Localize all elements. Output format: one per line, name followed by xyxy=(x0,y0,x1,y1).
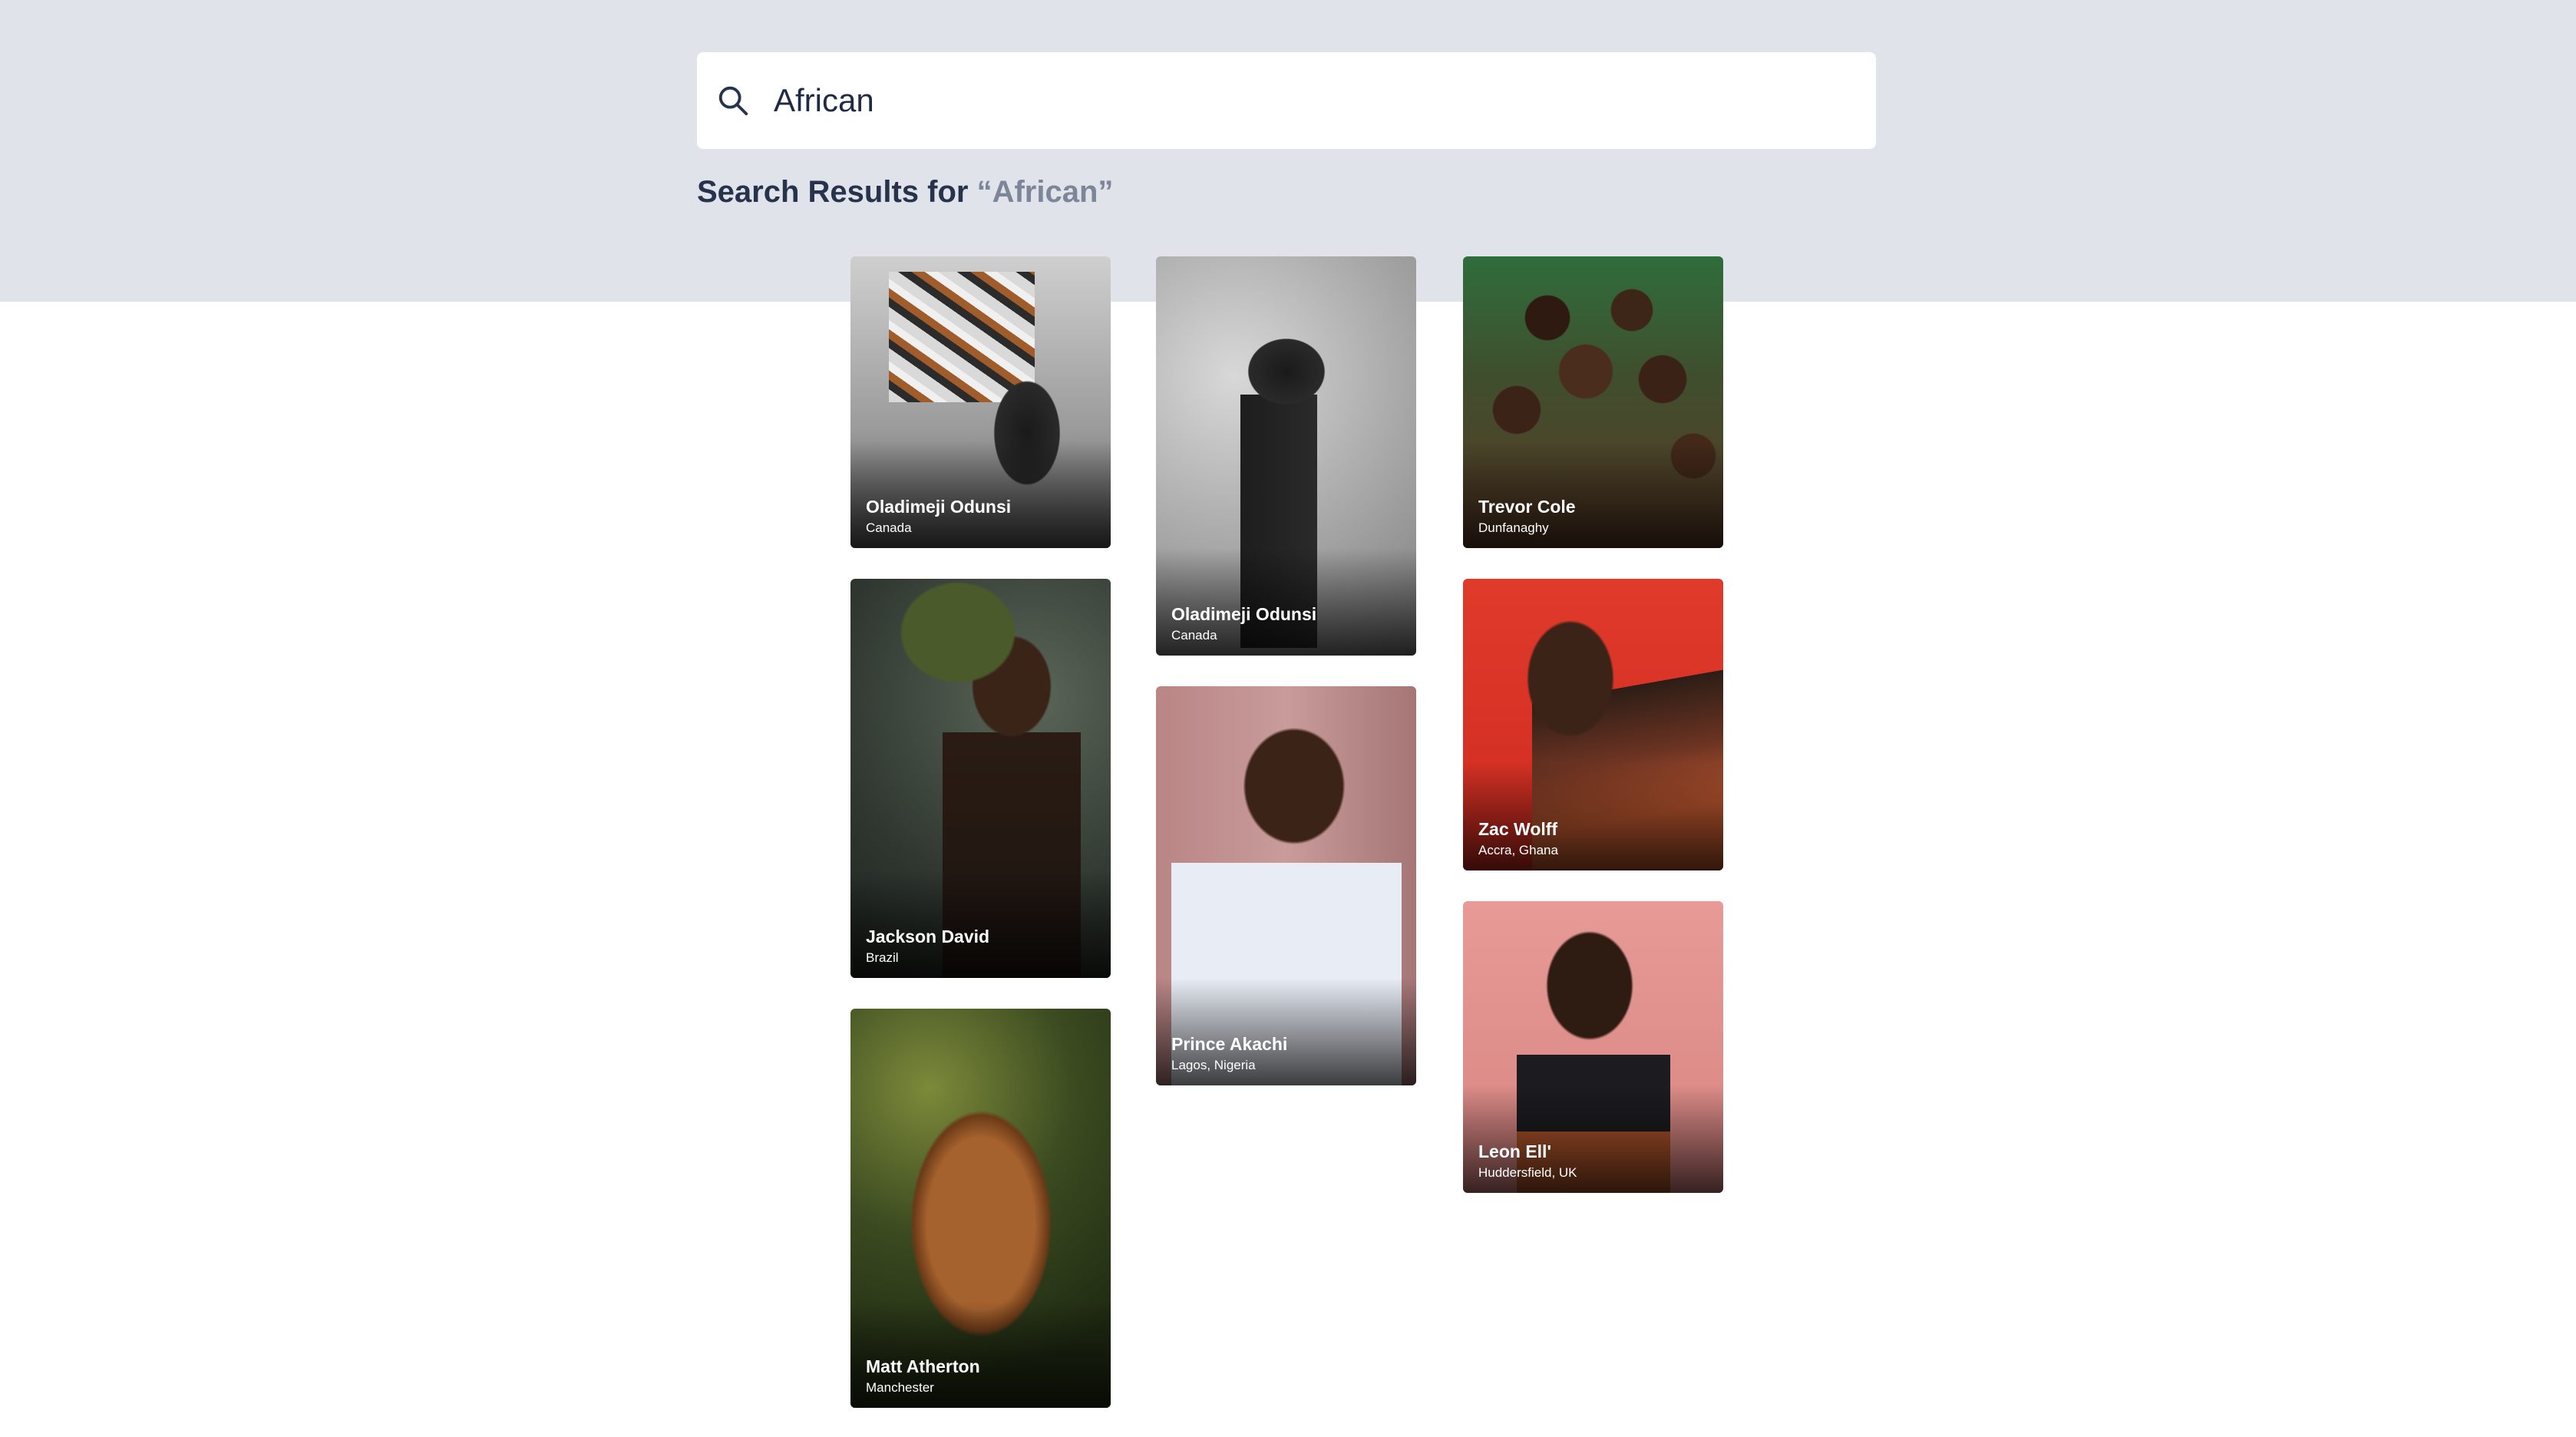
card-name: Oladimeji Odunsi xyxy=(1171,604,1317,624)
card-name: Leon Ell' xyxy=(1478,1141,1551,1161)
result-card[interactable]: Zac Wolff Accra, Ghana xyxy=(1463,579,1723,870)
card-location: Brazil xyxy=(866,950,899,965)
card-location: Manchester xyxy=(866,1380,934,1395)
card-location: Accra, Ghana xyxy=(1478,843,1558,857)
card-location: Huddersfield, UK xyxy=(1478,1165,1577,1180)
card-location: Canada xyxy=(866,520,912,535)
card-location: Canada xyxy=(1171,628,1217,643)
result-card[interactable]: Matt Atherton Manchester xyxy=(850,1009,1111,1408)
result-card[interactable]: Trevor Cole Dunfanaghy xyxy=(1463,256,1723,548)
search-icon[interactable] xyxy=(715,83,751,118)
card-name: Jackson David xyxy=(866,927,990,946)
search-input[interactable] xyxy=(774,71,1848,130)
results-heading-prefix: Search Results for xyxy=(697,175,977,209)
card-name: Trevor Cole xyxy=(1478,497,1576,517)
card-name: Matt Atherton xyxy=(866,1356,980,1376)
results-heading: Search Results for “African” xyxy=(697,175,1113,210)
result-card[interactable]: Oladimeji Odunsi Canada xyxy=(1156,256,1416,656)
card-name: Prince Akachi xyxy=(1171,1034,1288,1054)
results-heading-query: “African” xyxy=(976,175,1114,209)
card-location: Lagos, Nigeria xyxy=(1171,1058,1256,1072)
card-name: Oladimeji Odunsi xyxy=(866,497,1012,517)
card-location: Dunfanaghy xyxy=(1478,520,1549,535)
result-card[interactable]: Jackson David Brazil xyxy=(850,579,1111,978)
result-card[interactable]: Oladimeji Odunsi Canada xyxy=(850,256,1111,548)
search-bar[interactable] xyxy=(697,52,1876,149)
result-card[interactable]: Leon Ell' Huddersfield, UK xyxy=(1463,901,1723,1193)
result-card[interactable]: Prince Akachi Lagos, Nigeria xyxy=(1156,686,1416,1085)
card-name: Zac Wolff xyxy=(1478,819,1558,839)
